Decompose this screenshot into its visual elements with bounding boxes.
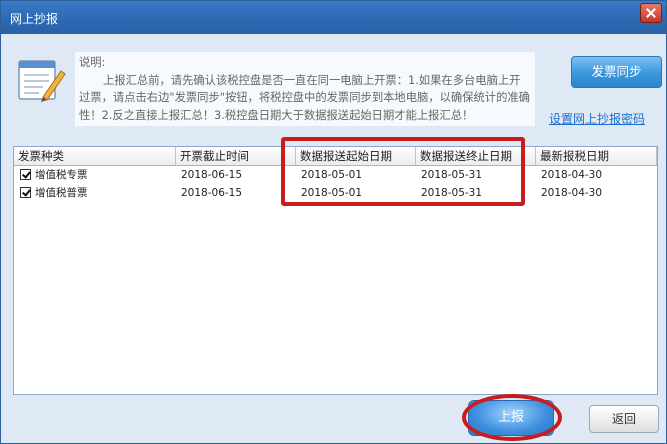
report-dialog: 网上抄报 说明: 上报汇总前，请先确认该税控盘是否一直在同一电脑上开票：1.如果…	[0, 0, 667, 444]
column-header-type[interactable]: 发票种类	[14, 147, 176, 165]
info-label: 说明:	[79, 56, 106, 69]
window-title: 网上抄报	[10, 12, 59, 26]
annotation-circle-report	[462, 394, 562, 441]
annotation-highlight-dates	[281, 137, 525, 206]
checkbox-checked-icon[interactable]	[20, 169, 31, 180]
info-panel: 说明: 上报汇总前，请先确认该税控盘是否一直在同一电脑上开票：1.如果在多台电脑…	[75, 52, 535, 126]
set-password-link[interactable]: 设置网上抄报密码	[549, 110, 645, 127]
info-text: 上报汇总前，请先确认该税控盘是否一直在同一电脑上开票：1.如果在多台电脑上开过票…	[79, 73, 530, 122]
close-icon[interactable]	[640, 3, 662, 23]
column-header-deadline[interactable]: 开票截止时间	[176, 147, 296, 165]
cell-latest: 2018-04-30	[541, 187, 603, 199]
cell-deadline: 2018-06-15	[181, 187, 243, 199]
return-button[interactable]: 返回	[589, 405, 659, 433]
invoice-sync-button[interactable]: 发票同步	[571, 56, 662, 88]
cell-type: 增值税普票	[35, 187, 88, 199]
notepad-pencil-icon	[18, 60, 66, 102]
cell-type: 增值税专票	[35, 169, 88, 181]
column-header-latest[interactable]: 最新报税日期	[536, 147, 657, 165]
checkbox-checked-icon[interactable]	[20, 187, 31, 198]
title-bar: 网上抄报	[1, 1, 666, 34]
cell-deadline: 2018-06-15	[181, 169, 243, 181]
cell-latest: 2018-04-30	[541, 169, 603, 181]
